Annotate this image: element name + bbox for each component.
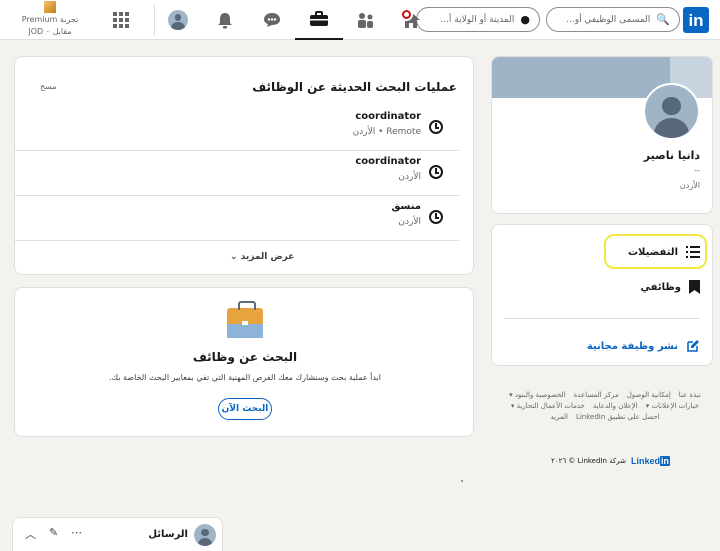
job-title-search[interactable]: 🔍 المسمى الوظيفي أو...	[546, 7, 680, 32]
search-icon: 🔍	[656, 13, 670, 26]
profile-avatar[interactable]	[643, 83, 700, 140]
premium-icon	[44, 1, 56, 13]
recent-search-title: coordinator	[355, 156, 421, 167]
clock-icon	[429, 120, 443, 134]
messaging-avatar	[194, 524, 216, 546]
profile-location: الأردن	[679, 181, 700, 190]
profile-name[interactable]: دانيا ناصير	[644, 149, 700, 162]
edit-icon	[687, 340, 699, 352]
find-jobs-description: ابدأ عملية بحث وسنشارك معك الفرص المهنية…	[109, 373, 381, 382]
footer-link[interactable]: إمكانية الوصول	[627, 391, 671, 399]
recent-search-item[interactable]: منسق الأردن	[15, 196, 459, 241]
nav-apps[interactable]	[97, 0, 145, 40]
recent-search-location: الأردن	[398, 217, 421, 227]
search-now-button[interactable]: البحث الآن	[218, 398, 272, 420]
footer-copyright: Linkedin شركة LinkedIn © ٢٠٢٦	[551, 456, 670, 466]
show-more-button[interactable]: عرض المزيد ⌄	[230, 252, 294, 262]
notification-badge	[400, 8, 413, 21]
linkedin-logo[interactable]: in	[683, 7, 709, 33]
nav-messaging[interactable]	[248, 0, 296, 40]
post-job-link[interactable]: نشر وظيفة مجانية	[587, 339, 700, 353]
messaging-label: الرسائل	[148, 529, 188, 540]
recent-search-location: Remote • الأردن	[352, 127, 421, 137]
location-pin-icon: ●	[520, 13, 530, 26]
premium-line-2: مقابل ۰ JOD	[28, 27, 72, 36]
briefcase-illustration	[227, 301, 263, 338]
nav-home[interactable]	[387, 0, 435, 40]
recent-search-item[interactable]: coordinator Remote • الأردن	[15, 106, 459, 151]
recent-search-title: coordinator	[355, 111, 421, 122]
clear-button[interactable]: مسح	[40, 82, 57, 91]
footer-link[interactable]: المزيد	[550, 413, 568, 421]
nav-notifications[interactable]	[201, 0, 249, 40]
find-jobs-title: البحث عن وظائف	[192, 350, 298, 364]
profile-card: دانيا ناصير -- الأردن	[491, 56, 713, 214]
copyright-text: شركة LinkedIn © ٢٠٢٦	[551, 457, 626, 465]
chevron-up-icon[interactable]: ︿	[25, 526, 36, 542]
messaging-bar[interactable]: الرسائل ⋯ ✎ ︿	[12, 517, 223, 551]
bookmark-icon	[689, 280, 700, 294]
clock-icon	[429, 210, 443, 224]
clock-icon	[429, 165, 443, 179]
side-menu-divider	[504, 318, 700, 319]
job-title-search-placeholder: المسمى الوظيفي أو...	[566, 14, 651, 25]
page-dot	[461, 480, 463, 482]
recent-search-title: منسق	[391, 201, 421, 212]
highlight-annotation	[604, 234, 707, 269]
bell-icon	[218, 12, 232, 28]
nav-me[interactable]	[154, 0, 202, 40]
footer-links: نبذة عنا إمكانية الوصول مركز المساعدة ال…	[500, 391, 710, 421]
recent-searches-title: عمليات البحث الحديثة عن الوظائف	[252, 80, 457, 94]
footer-link[interactable]: خدمات الأعمال التجارية ▾	[511, 402, 585, 410]
premium-trial-link[interactable]: تجربة Premium مقابل ۰ JOD	[6, 0, 94, 40]
global-nav: in 🔍 المسمى الوظيفي أو... ● المدينة أو ا…	[0, 0, 720, 40]
footer-link[interactable]: خيارات الإعلانات ▾	[646, 402, 699, 410]
apps-grid-icon	[113, 12, 129, 28]
compose-icon[interactable]: ✎	[49, 526, 58, 539]
premium-line-1: تجربة Premium	[21, 15, 79, 24]
more-options-icon[interactable]: ⋯	[71, 526, 82, 539]
footer-link[interactable]: نبذة عنا	[679, 391, 701, 399]
user-avatar	[168, 10, 188, 30]
recent-search-location: الأردن	[398, 172, 421, 182]
footer-link[interactable]: الإعلان والدعاية	[593, 402, 638, 410]
nav-network[interactable]	[342, 0, 390, 40]
post-job-label: نشر وظيفة مجانية	[586, 340, 678, 352]
footer-link[interactable]: الخصوصية والبنود ▾	[509, 391, 565, 399]
nav-divider	[154, 4, 155, 36]
briefcase-icon	[310, 11, 328, 26]
my-jobs-label: وظائفي	[640, 281, 681, 293]
profile-headline: --	[694, 166, 700, 175]
chevron-down-icon: ⌄	[230, 252, 238, 262]
my-jobs-link[interactable]: وظائفي	[641, 280, 700, 294]
network-icon	[358, 13, 373, 28]
footer-link[interactable]: احصل على تطبيق LinkedIn	[576, 413, 660, 421]
recent-search-item[interactable]: coordinator الأردن	[15, 151, 459, 196]
footer-logo: Linkedin	[630, 456, 670, 466]
location-search-placeholder: المدينة أو الولاية أ...	[440, 14, 515, 25]
show-more-label: عرض المزيد	[240, 252, 295, 262]
footer-link[interactable]: مركز المساعدة	[574, 391, 619, 399]
messaging-icon	[264, 13, 280, 27]
nav-jobs[interactable]	[295, 0, 343, 40]
